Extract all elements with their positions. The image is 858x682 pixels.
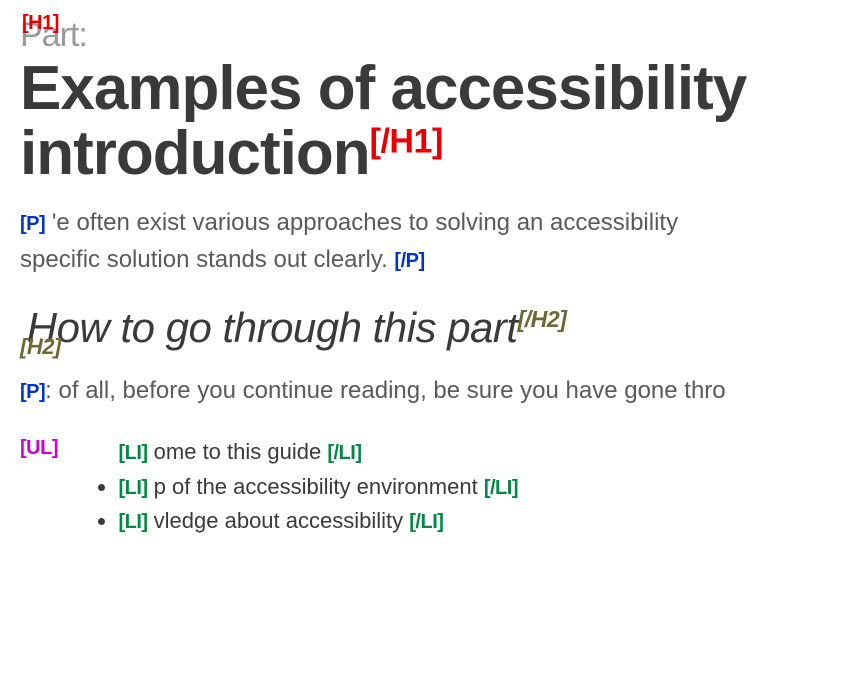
heading2-text: How to go through this part — [27, 304, 518, 351]
para2-text: : of all, before you continue reading, b… — [45, 377, 725, 404]
para1-frag2: specific solution stands out clearly. — [20, 246, 388, 273]
list-item-1-text: ome to this guide — [154, 439, 322, 464]
section-heading: [H2]How to go through this part[/H2] — [20, 304, 858, 352]
tag-p-open-1: [P] — [20, 213, 45, 235]
tag-h2-open: [H2] — [20, 334, 61, 359]
tag-li-open-2: [LI] — [118, 477, 147, 499]
instruction-paragraph: [P]: of all, before you continue reading… — [20, 372, 858, 409]
tag-h2-close: [/H2] — [518, 306, 567, 332]
tag-li-close-2: [/LI] — [484, 477, 518, 499]
tag-p-close-1: [/P] — [394, 250, 424, 272]
page-title: Part: Examples of accessibility introduc… — [20, 18, 858, 186]
tag-li-open-1: [LI] — [118, 442, 147, 464]
tag-h1-open: [H1] — [22, 12, 59, 35]
para1-frag1: 'e often exist various approaches to sol… — [52, 209, 678, 236]
tag-li-close-3: [/LI] — [409, 511, 443, 533]
tag-h1-close: [/H1] — [370, 122, 443, 160]
title-line-2: introduction — [20, 119, 370, 188]
list-item-3-text: vledge about accessibility — [154, 508, 403, 533]
tag-li-open-3: [LI] — [118, 511, 147, 533]
tag-ul-open: [UL] — [20, 437, 58, 460]
intro-paragraph: [P] 'e often exist various approaches to… — [20, 204, 858, 278]
prerequisite-list: [LI] ome to this guide [/LI] [LI] p of t… — [68, 435, 518, 537]
list-item-2-text: p of the accessibility environment — [154, 474, 478, 499]
list-item: [LI] vledge about accessibility [/LI] — [118, 504, 518, 538]
tag-p-open-2: [P] — [20, 381, 45, 403]
list-item: [LI] p of the accessibility environment … — [118, 470, 518, 504]
part-label: Part: — [20, 18, 858, 54]
tag-li-close-1: [/LI] — [327, 442, 361, 464]
list-item: [LI] ome to this guide [/LI] — [118, 435, 518, 469]
title-line-1: Examples of accessibility — [20, 54, 746, 123]
